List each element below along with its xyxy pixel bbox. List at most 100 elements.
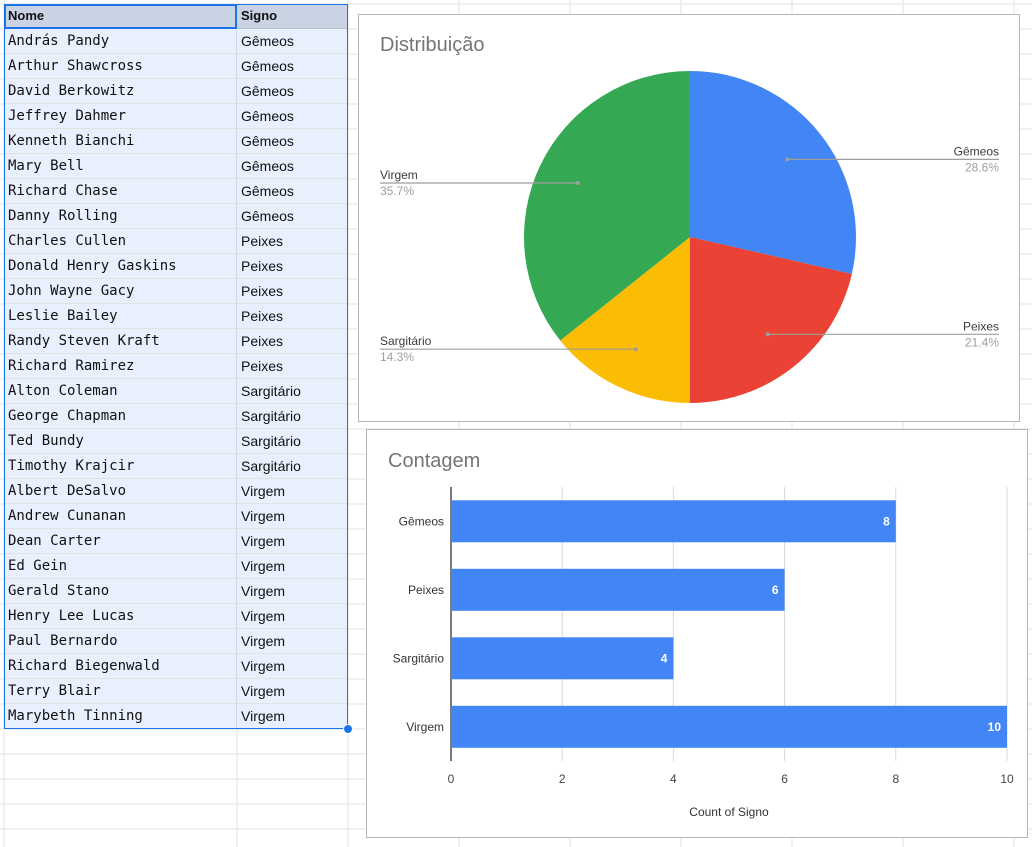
table-row: Mary Bell Gêmeos [4, 154, 348, 179]
bar-value-label: 10 [988, 720, 1002, 734]
cell-signo[interactable]: Sargitário [237, 454, 348, 478]
x-tick-label: 10 [1000, 772, 1014, 786]
cell-nome[interactable]: Albert DeSalvo [4, 479, 237, 503]
cell-signo[interactable]: Gêmeos [237, 54, 348, 78]
table-row: Dean Carter Virgem [4, 529, 348, 554]
table-row: Leslie Bailey Peixes [4, 304, 348, 329]
x-tick-label: 8 [892, 772, 899, 786]
cell-nome[interactable]: Ted Bundy [4, 429, 237, 453]
table-body: András Pandy Gêmeos Arthur Shawcross Gêmeos… [4, 29, 348, 729]
cell-signo[interactable]: Gêmeos [237, 204, 348, 228]
cell-signo[interactable]: Virgem [237, 629, 348, 653]
bar-value-label: 4 [661, 651, 668, 665]
cell-nome[interactable]: Leslie Bailey [4, 304, 237, 328]
cell-nome[interactable]: Marybeth Tinning [4, 704, 237, 728]
cell-nome[interactable]: Terry Blair [4, 679, 237, 703]
table-row: Arthur Shawcross Gêmeos [4, 54, 348, 79]
table-row: Gerald Stano Virgem [4, 579, 348, 604]
pie-label-percent: 14.3% [380, 350, 414, 364]
cell-signo[interactable]: Gêmeos [237, 154, 348, 178]
pie-chart[interactable]: Distribuição Gêmeos 28.6% Peixes 21.4% Sargi… [358, 14, 1020, 422]
table-row: Randy Steven Kraft Peixes [4, 329, 348, 354]
cell-nome[interactable]: Henry Lee Lucas [4, 604, 237, 628]
cell-nome[interactable]: Kenneth Bianchi [4, 129, 237, 153]
pie-leader-dot [575, 181, 580, 185]
pie-label-category: Virgem [380, 168, 418, 182]
y-category-label: Virgem [406, 720, 444, 734]
table-row: Jeffrey Dahmer Gêmeos [4, 104, 348, 129]
cell-signo[interactable]: Gêmeos [237, 104, 348, 128]
pie-label-percent: 21.4% [965, 335, 999, 349]
cell-nome[interactable]: Mary Bell [4, 154, 237, 178]
x-tick-label: 0 [448, 772, 455, 786]
cell-nome[interactable]: Richard Chase [4, 179, 237, 203]
y-category-label: Sargitário [393, 651, 445, 665]
bar-value-label: 8 [883, 514, 890, 528]
cell-nome[interactable]: David Berkowitz [4, 79, 237, 103]
cell-nome[interactable]: Gerald Stano [4, 579, 237, 603]
y-category-label: Gêmeos [399, 514, 444, 528]
cell-signo[interactable]: Peixes [237, 354, 348, 378]
cell-nome[interactable]: Charles Cullen [4, 229, 237, 253]
table-row: Ed Gein Virgem [4, 554, 348, 579]
pie-label-category: Sargitário [380, 334, 432, 348]
y-category-label: Peixes [408, 583, 444, 597]
cell-nome[interactable]: Timothy Krajcir [4, 454, 237, 478]
cell-signo[interactable]: Virgem [237, 704, 348, 728]
cell-signo[interactable]: Gêmeos [237, 79, 348, 103]
cell-signo[interactable]: Virgem [237, 654, 348, 678]
header-cell-signo[interactable]: Signo [237, 4, 348, 28]
table-row: Marybeth Tinning Virgem [4, 704, 348, 729]
data-table: Nome Signo András Pandy Gêmeos Arthur Shaw… [4, 4, 348, 729]
cell-nome[interactable]: Ed Gein [4, 554, 237, 578]
cell-signo[interactable]: Peixes [237, 254, 348, 278]
pie-chart-plot: Gêmeos 28.6% Peixes 21.4% Sargitário 14.3% Vir… [380, 71, 999, 403]
cell-nome[interactable]: Paul Bernardo [4, 629, 237, 653]
cell-nome[interactable]: John Wayne Gacy [4, 279, 237, 303]
cell-signo[interactable]: Sargitário [237, 404, 348, 428]
cell-signo[interactable]: Virgem [237, 479, 348, 503]
cell-signo[interactable]: Sargitário [237, 429, 348, 453]
cell-signo[interactable]: Peixes [237, 329, 348, 353]
table-row: Albert DeSalvo Virgem [4, 479, 348, 504]
cell-signo[interactable]: Sargitário [237, 379, 348, 403]
cell-signo[interactable]: Peixes [237, 279, 348, 303]
cell-nome[interactable]: Randy Steven Kraft [4, 329, 237, 353]
table-row: Terry Blair Virgem [4, 679, 348, 704]
cell-nome[interactable]: Andrew Cunanan [4, 504, 237, 528]
cell-signo[interactable]: Peixes [237, 229, 348, 253]
cell-nome[interactable]: Danny Rolling [4, 204, 237, 228]
table-row: Timothy Krajcir Sargitário [4, 454, 348, 479]
cell-signo[interactable]: Virgem [237, 604, 348, 628]
bar [451, 637, 674, 680]
cell-signo[interactable]: Virgem [237, 529, 348, 553]
bar-chart-plot: 0 2 4 6 8 10 Gêmeos 8 Peixes 6 Sargitário 4 Virgem 10… [393, 487, 1014, 819]
cell-signo[interactable]: Virgem [237, 679, 348, 703]
selection-fill-handle[interactable] [343, 724, 353, 734]
cell-nome[interactable]: Donald Henry Gaskins [4, 254, 237, 278]
cell-signo[interactable]: Gêmeos [237, 29, 348, 53]
cell-signo[interactable]: Virgem [237, 579, 348, 603]
cell-nome[interactable]: Dean Carter [4, 529, 237, 553]
table-row: Richard Biegenwald Virgem [4, 654, 348, 679]
cell-signo[interactable]: Gêmeos [237, 179, 348, 203]
cell-nome[interactable]: Arthur Shawcross [4, 54, 237, 78]
cell-nome[interactable]: Richard Biegenwald [4, 654, 237, 678]
bar-chart[interactable]: Contagem 0 2 4 6 8 10 Gêmeos 8 Peixes 6 Sargitário… [366, 429, 1028, 838]
cell-signo[interactable]: Peixes [237, 304, 348, 328]
bar [451, 568, 785, 611]
cell-nome[interactable]: George Chapman [4, 404, 237, 428]
table-row: Charles Cullen Peixes [4, 229, 348, 254]
pie-leader-dot [765, 332, 770, 337]
cell-signo[interactable]: Gêmeos [237, 129, 348, 153]
pie-label-percent: 35.7% [380, 184, 414, 198]
pie-leader-dot [634, 347, 638, 352]
cell-signo[interactable]: Virgem [237, 554, 348, 578]
cell-nome[interactable]: András Pandy [4, 29, 237, 53]
cell-nome[interactable]: Jeffrey Dahmer [4, 104, 237, 128]
cell-nome[interactable]: Richard Ramirez [4, 354, 237, 378]
table-row: Alton Coleman Sargitário [4, 379, 348, 404]
pie-label-category: Gêmeos [954, 144, 999, 158]
cell-signo[interactable]: Virgem [237, 504, 348, 528]
cell-nome[interactable]: Alton Coleman [4, 379, 237, 403]
